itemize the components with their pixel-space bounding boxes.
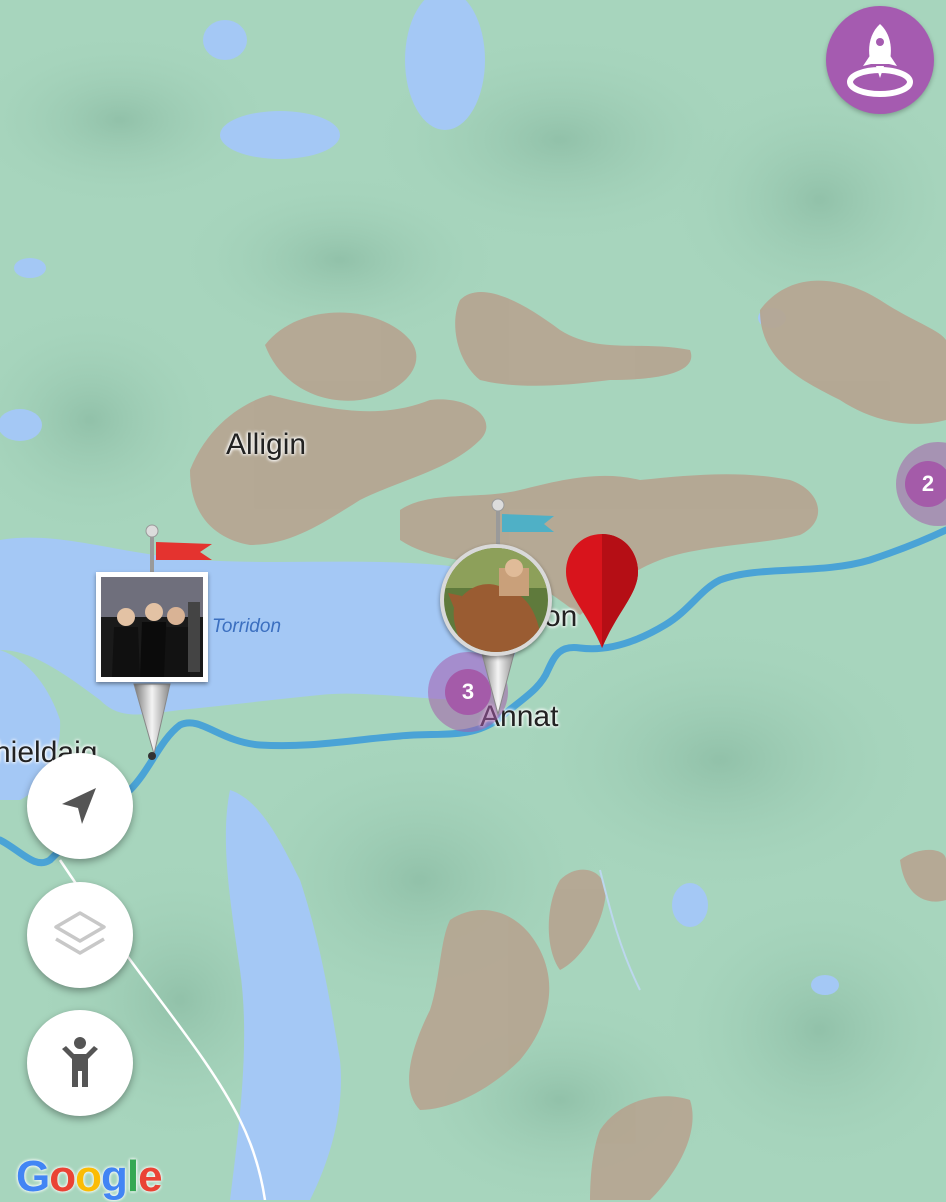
map-layers-button[interactable] xyxy=(27,882,133,988)
photo-pin-group[interactable] xyxy=(94,522,214,762)
place-label-alligin: Alligin xyxy=(226,428,307,461)
rocket-button[interactable] xyxy=(826,6,934,114)
google-logo-letter: o xyxy=(75,1152,102,1201)
google-logo-letter: g xyxy=(101,1152,128,1201)
photo-pin-group[interactable] xyxy=(436,496,560,718)
photo-image xyxy=(101,577,203,677)
horse-photo-thumbnail[interactable] xyxy=(440,544,552,656)
navigation-arrow-icon xyxy=(62,788,96,824)
person-icon xyxy=(62,1037,98,1087)
street-view-button[interactable] xyxy=(27,1010,133,1116)
google-logo-letter: e xyxy=(138,1152,163,1201)
google-logo-letter: l xyxy=(126,1152,139,1201)
group-photo-thumbnail[interactable] xyxy=(96,572,208,682)
cluster-count: 2 xyxy=(905,461,946,507)
rocket-icon xyxy=(847,24,913,97)
location-pin-icon[interactable] xyxy=(562,532,642,656)
water-label-torridon: Torridon xyxy=(212,616,282,637)
my-location-button[interactable] xyxy=(27,753,133,859)
photo-image xyxy=(444,548,548,652)
layers-icon xyxy=(54,911,106,955)
google-logo-letter: G xyxy=(16,1152,50,1201)
google-logo: Google xyxy=(16,1152,163,1202)
google-logo-letter: o xyxy=(49,1152,76,1201)
